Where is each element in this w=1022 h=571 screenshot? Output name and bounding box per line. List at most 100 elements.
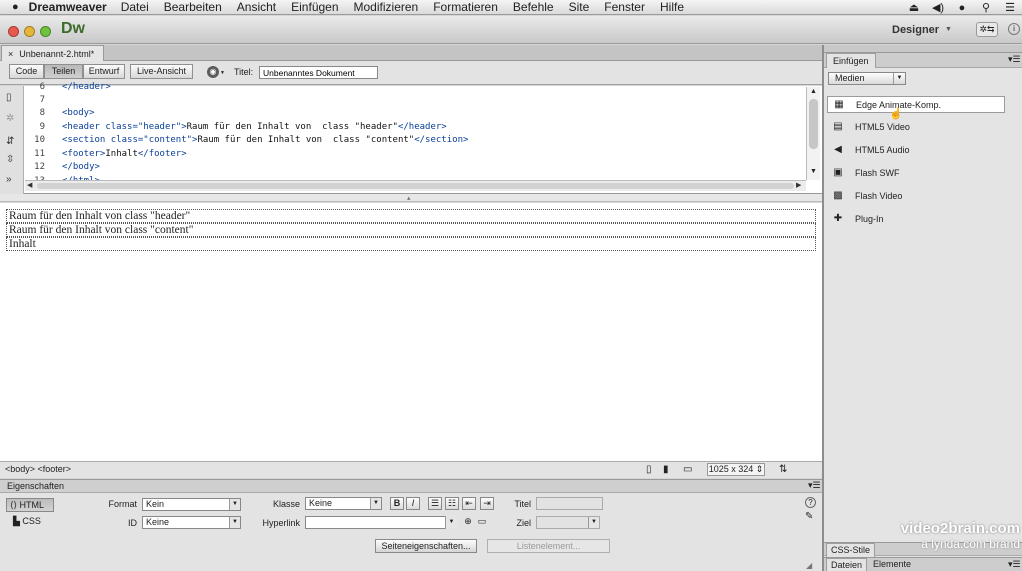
insert-item-flash-video[interactable]: ▩ Flash Video	[827, 188, 1005, 205]
panel-menu-icon[interactable]: ▾☰	[808, 480, 821, 491]
insert-item-flash-swf[interactable]: ▣ Flash SWF	[827, 165, 1005, 182]
chevron-down-icon[interactable]: ▼	[445, 516, 457, 529]
code-view[interactable]: ▯ ✲ ⇵ ⇳ » 6 7 8 9 10 11 12 13 </header> …	[0, 82, 822, 194]
html-mode-button[interactable]: ⟨⟩ HTML	[6, 498, 54, 512]
panel-menu-icon[interactable]: ▾☰	[1008, 54, 1021, 65]
grip-icon[interactable]: ▴	[407, 194, 411, 202]
chevron-down-icon[interactable]: ▼	[220, 70, 225, 76]
close-window-button[interactable]	[8, 26, 19, 37]
menu-site[interactable]: Site	[569, 0, 590, 14]
css-mode-label: CSS	[22, 516, 41, 526]
user-icon[interactable]: ●	[950, 2, 974, 14]
document-title-input[interactable]	[259, 66, 378, 79]
show-code-navigator-icon[interactable]: ✲	[6, 113, 14, 124]
info-icon[interactable]: i	[1008, 23, 1020, 35]
apple-icon[interactable]: ●	[12, 0, 19, 15]
insert-item-plugin[interactable]: ✚ Plug-In	[827, 211, 1005, 228]
plugin-icon: ✚	[833, 213, 843, 224]
design-footer-block[interactable]: Inhalt	[6, 237, 816, 251]
live-view-button[interactable]: Live-Ansicht	[130, 64, 193, 79]
insert-item-html5-audio[interactable]: ◀ HTML5 Audio	[827, 142, 1005, 159]
scroll-left-icon[interactable]: ◀	[27, 181, 32, 189]
minimize-window-button[interactable]	[24, 26, 35, 37]
code-view-button[interactable]: Code	[9, 64, 44, 79]
design-header-block[interactable]: Raum für den Inhalt von class "header"	[6, 209, 816, 223]
scroll-right-icon[interactable]: ▶	[796, 181, 801, 189]
design-view-button[interactable]: Entwurf	[83, 64, 125, 79]
code-horizontal-scrollbar[interactable]: ◀ ▶	[25, 180, 806, 191]
class-select[interactable]: Keine ▼	[305, 497, 382, 510]
scroll-thumb[interactable]	[809, 99, 818, 149]
insert-category-select[interactable]: Medien ▼	[828, 72, 906, 85]
menu-app-name[interactable]: Dreamweaver	[29, 0, 107, 14]
id-select[interactable]: Keine ▼	[142, 516, 241, 529]
menu-formatieren[interactable]: Formatieren	[433, 0, 498, 14]
eject-icon[interactable]: ⏏	[902, 1, 926, 14]
italic-button[interactable]: I	[406, 497, 420, 510]
menu-befehle[interactable]: Befehle	[513, 0, 554, 14]
assets-tab[interactable]: Elemente	[869, 558, 915, 571]
dw-logo: Dw	[61, 20, 85, 37]
notification-list-icon[interactable]: ☰	[998, 1, 1022, 14]
open-documents-icon[interactable]: ▯	[6, 92, 12, 103]
outdent-icon[interactable]: ⇤	[462, 497, 476, 510]
page-properties-button[interactable]: Seiteneigenschaften...	[375, 539, 477, 553]
zoom-window-button[interactable]	[40, 26, 51, 37]
code-line: <section class="content">Raum für den In…	[62, 135, 469, 145]
browse-folder-icon[interactable]: ▭	[475, 516, 489, 529]
code-vertical-scrollbar[interactable]: ▲ ▼	[806, 87, 820, 180]
desktop-size-icon[interactable]: ▭	[683, 464, 692, 475]
collapse-full-tag-icon[interactable]: ⇵	[6, 136, 14, 147]
point-to-file-icon[interactable]: ⊕	[461, 516, 475, 529]
css-mode-button[interactable]: ▙ CSS	[13, 516, 41, 527]
scroll-up-icon[interactable]: ▲	[810, 88, 817, 95]
chevron-down-icon[interactable]: ▼	[945, 26, 952, 33]
menu-modifizieren[interactable]: Modifizieren	[354, 0, 419, 14]
tablet-size-icon[interactable]: ▮	[663, 464, 669, 475]
document-tab-bar: × Unbenannt-2.html*	[0, 45, 822, 61]
multiscreen-icon[interactable]: ⇅	[779, 464, 787, 475]
menu-einfuegen[interactable]: Einfügen	[291, 0, 338, 14]
properties-panel-header[interactable]: Eigenschaften ▾☰	[0, 479, 822, 493]
insert-panel-tab[interactable]: Einfügen	[826, 53, 876, 68]
menu-ansicht[interactable]: Ansicht	[237, 0, 276, 14]
workspace-switcher[interactable]: Designer	[892, 24, 939, 36]
document-tab[interactable]: × Unbenannt-2.html*	[1, 45, 104, 61]
mobile-size-icon[interactable]: ▯	[646, 464, 652, 475]
format-select[interactable]: Kein ▼	[142, 498, 241, 511]
window-size-select[interactable]: 1025 x 324 ⇕	[707, 463, 765, 476]
spotlight-search-icon[interactable]: ⚲	[974, 1, 998, 14]
line-number: 11	[34, 149, 45, 159]
volume-icon[interactable]: ◀)	[926, 1, 950, 14]
close-icon[interactable]: ×	[8, 49, 13, 59]
menu-bearbeiten[interactable]: Bearbeiten	[164, 0, 222, 14]
indent-icon[interactable]: ⇥	[480, 497, 494, 510]
help-icon[interactable]: ?	[805, 497, 816, 508]
insert-item-edge-animate[interactable]: ▦ Edge Animate-Komp.	[827, 96, 1005, 113]
hyperlink-input[interactable]	[305, 516, 457, 529]
bold-button[interactable]: B	[390, 497, 404, 510]
list-item-button: Listenelement...	[487, 539, 610, 553]
globe-icon[interactable]: ◉	[207, 66, 219, 78]
design-content-block[interactable]: Raum für den Inhalt von class "content"	[6, 223, 816, 237]
unordered-list-icon[interactable]: ☰	[428, 497, 442, 510]
insert-item-html5-video[interactable]: ▤ HTML5 Video	[827, 119, 1005, 136]
menu-hilfe[interactable]: Hilfe	[660, 0, 684, 14]
gear-icon[interactable]: ✲⇆	[976, 22, 998, 37]
scroll-down-icon[interactable]: ▼	[810, 168, 817, 175]
view-splitter[interactable]: ▴	[0, 194, 822, 202]
panel-drag-strip[interactable]	[824, 45, 1022, 53]
design-view[interactable]: Raum für den Inhalt von class "header" R…	[0, 203, 822, 461]
split-view-button[interactable]: Teilen	[44, 64, 83, 79]
css-styles-tab[interactable]: CSS-Stile	[826, 543, 876, 557]
collapse-selection-icon[interactable]: ⇳	[6, 154, 14, 165]
ordered-list-icon[interactable]: ☷	[445, 497, 459, 510]
scroll-thumb[interactable]	[37, 183, 794, 189]
menu-fenster[interactable]: Fenster	[604, 0, 645, 14]
tag-selector[interactable]: <body> <footer>	[5, 464, 71, 474]
quick-tag-editor-icon[interactable]: ✎	[805, 511, 813, 522]
files-tab[interactable]: Dateien	[826, 558, 868, 571]
expand-all-icon[interactable]: »	[6, 174, 12, 185]
panel-menu-icon[interactable]: ▾☰	[1008, 559, 1021, 570]
menu-datei[interactable]: Datei	[121, 0, 149, 14]
